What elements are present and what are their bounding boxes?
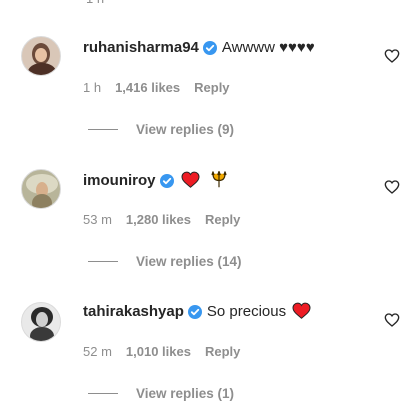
trident-emoji — [210, 170, 228, 195]
heart-outline-icon[interactable] — [384, 312, 402, 330]
heart-outline-icon[interactable] — [384, 48, 402, 66]
comment-item: imouniroy 53 m 1,280 likes Reply View repl… — [0, 133, 419, 269]
comment-text: So precious — [206, 303, 287, 320]
username[interactable]: ruhanisharma94 — [83, 39, 199, 56]
comment-line: ruhanisharma94 Awwww ♥♥♥♥ — [83, 37, 315, 59]
divider-line — [88, 393, 118, 394]
heart-outline-icon[interactable] — [384, 179, 402, 197]
reply-button[interactable]: Reply — [194, 80, 229, 95]
avatar[interactable] — [21, 302, 61, 342]
avatar[interactable] — [21, 36, 61, 76]
comment-line: imouniroy — [83, 170, 228, 192]
comment-time[interactable]: 1 h — [83, 80, 101, 95]
red-heart-emoji — [292, 302, 311, 326]
avatar[interactable] — [21, 169, 61, 209]
view-replies-button[interactable]: View replies (1) — [88, 386, 234, 401]
comment-meta: 53 m 1,280 likes Reply — [83, 212, 240, 227]
username[interactable]: imouniroy — [83, 172, 156, 189]
verified-badge-icon — [159, 173, 174, 195]
comment-line: tahirakashyap So precious — [83, 301, 311, 323]
verified-badge-icon — [202, 40, 217, 62]
likes-count[interactable]: 1,416 likes — [115, 80, 180, 95]
comment-meta: 1 h 1,416 likes Reply — [83, 80, 230, 95]
comment-meta: 52 m 1,010 likes Reply — [83, 344, 240, 359]
divider-line — [88, 261, 118, 262]
view-replies-label: View replies (1) — [136, 386, 235, 401]
comment-item: ruhanisharma94 Awwww ♥♥♥♥ 1 h 1,416 likes R… — [0, 0, 419, 137]
comment-item: tahirakashyap So precious 52 m 1,010 likes… — [0, 266, 419, 401]
likes-count[interactable]: 1,010 likes — [126, 344, 191, 359]
comment-time[interactable]: 53 m — [83, 212, 112, 227]
likes-count[interactable]: 1,280 likes — [126, 212, 191, 227]
red-heart-emoji — [181, 171, 200, 195]
divider-line — [88, 129, 118, 130]
comment-text: Awwww ♥♥♥♥ — [221, 39, 315, 56]
verified-badge-icon — [187, 304, 202, 326]
username[interactable]: tahirakashyap — [83, 303, 184, 320]
comment-time[interactable]: 52 m — [83, 344, 112, 359]
reply-button[interactable]: Reply — [205, 344, 240, 359]
reply-button[interactable]: Reply — [205, 212, 240, 227]
